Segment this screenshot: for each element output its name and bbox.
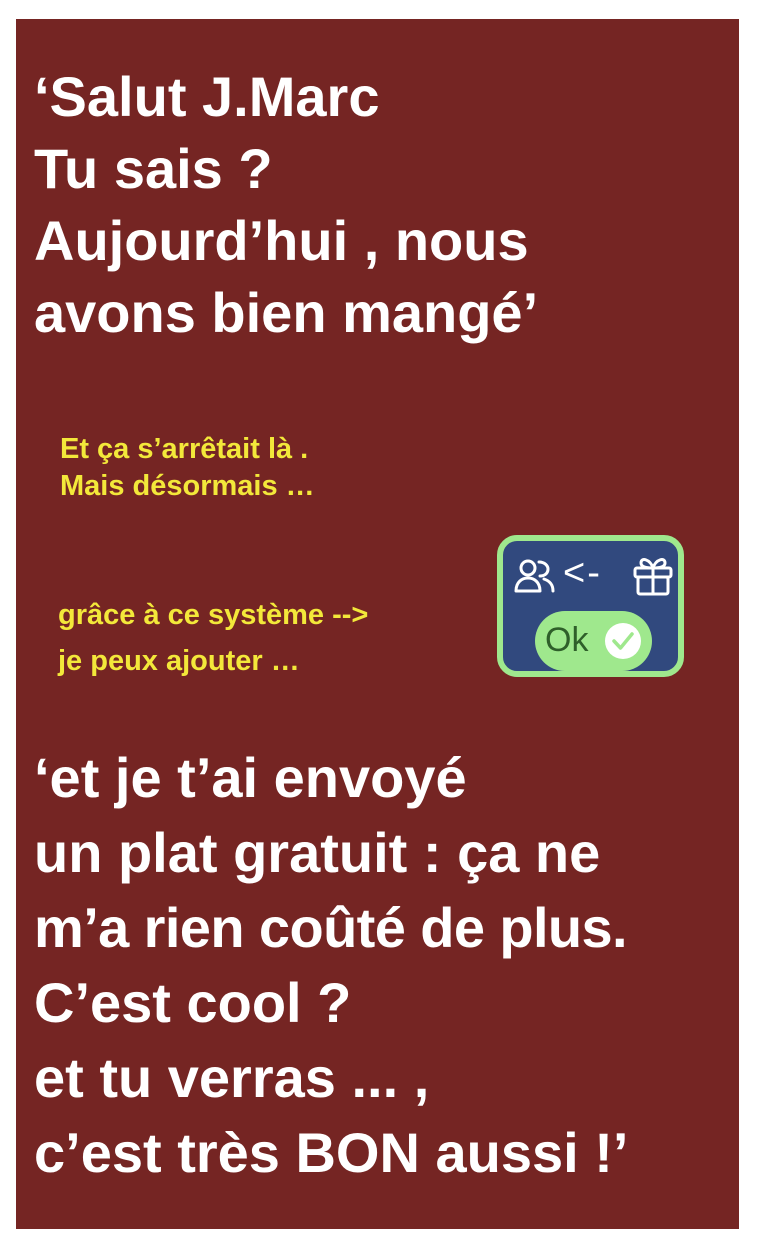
closing-line: et tu verras ... ,: [34, 1046, 430, 1109]
opening-line: Aujourd’hui , nous: [34, 209, 529, 272]
ok-label: Ok: [545, 621, 589, 659]
people-icon: [514, 559, 555, 593]
opening-line: ‘Salut J.Marc: [34, 65, 380, 128]
opening-line: Tu sais ?: [34, 137, 273, 200]
closing-message: ‘et je t’ai envoyé un plat gratuit : ça …: [34, 740, 628, 1190]
system-line: grâce à ce système -->: [58, 599, 369, 631]
closing-line: C’est cool ?: [34, 971, 352, 1034]
closing-line: c’est très BON aussi !’: [34, 1121, 629, 1184]
arrow-text: <-: [563, 552, 602, 594]
note-line: Et ça s’arrêtait là .: [60, 433, 309, 465]
gift-toggle-badge: <- Ok: [497, 535, 684, 677]
note-line: Mais désormais …: [60, 470, 315, 502]
ok-toggle[interactable]: Ok: [535, 611, 652, 671]
opening-line: avons bien mangé’: [34, 281, 539, 344]
system-note: grâce à ce système --> je peux ajouter …: [58, 592, 368, 684]
gift-icon: [633, 558, 673, 596]
closing-line: m’a rien coûté de plus.: [34, 896, 628, 959]
system-line: je peux ajouter …: [58, 645, 300, 677]
opening-message: ‘Salut J.Marc Tu sais ? Aujourd’hui , no…: [34, 61, 538, 349]
closing-line: un plat gratuit : ça ne: [34, 821, 601, 884]
closing-line: ‘et je t’ai envoyé: [34, 746, 467, 809]
transition-note: Et ça s’arrêtait là . Mais désormais …: [60, 431, 315, 505]
check-circle-icon: [605, 623, 641, 659]
